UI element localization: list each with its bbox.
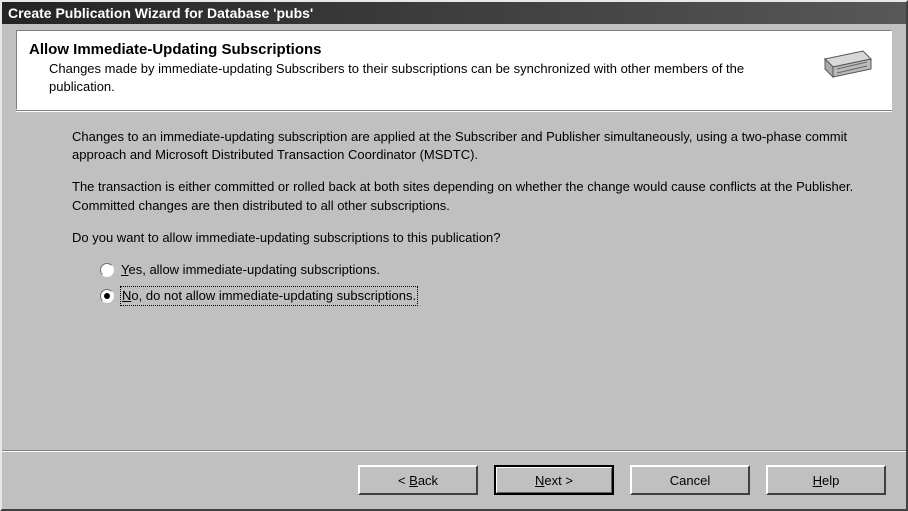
button-row: < Back Next > Cancel Help — [2, 450, 906, 509]
page-title: Allow Immediate-Updating Subscriptions — [29, 41, 803, 58]
header-text: Allow Immediate-Updating Subscriptions C… — [29, 41, 803, 95]
radio-label-no: No, do not allow immediate-updating subs… — [121, 287, 417, 305]
radio-group: Yes, allow immediate-updating subscripti… — [100, 261, 866, 305]
help-button[interactable]: Help — [766, 465, 886, 495]
question-text: Do you want to allow immediate-updating … — [72, 229, 866, 247]
radio-icon — [100, 263, 114, 277]
content-area: Changes to an immediate-updating subscri… — [2, 112, 906, 450]
header-panel: Allow Immediate-Updating Subscriptions C… — [16, 30, 892, 110]
radio-option-no[interactable]: No, do not allow immediate-updating subs… — [100, 287, 866, 305]
cancel-button[interactable]: Cancel — [630, 465, 750, 495]
paragraph-1: Changes to an immediate-updating subscri… — [72, 128, 866, 164]
next-button[interactable]: Next > — [494, 465, 614, 495]
server-icon — [815, 43, 875, 83]
radio-option-yes[interactable]: Yes, allow immediate-updating subscripti… — [100, 261, 866, 279]
back-button[interactable]: < Back — [358, 465, 478, 495]
wizard-window: Create Publication Wizard for Database '… — [0, 0, 908, 511]
radio-icon — [100, 289, 114, 303]
titlebar: Create Publication Wizard for Database '… — [2, 2, 906, 24]
page-description: Changes made by immediate-updating Subsc… — [49, 60, 803, 95]
radio-label-yes: Yes, allow immediate-updating subscripti… — [121, 261, 380, 279]
paragraph-2: The transaction is either committed or r… — [72, 178, 866, 214]
